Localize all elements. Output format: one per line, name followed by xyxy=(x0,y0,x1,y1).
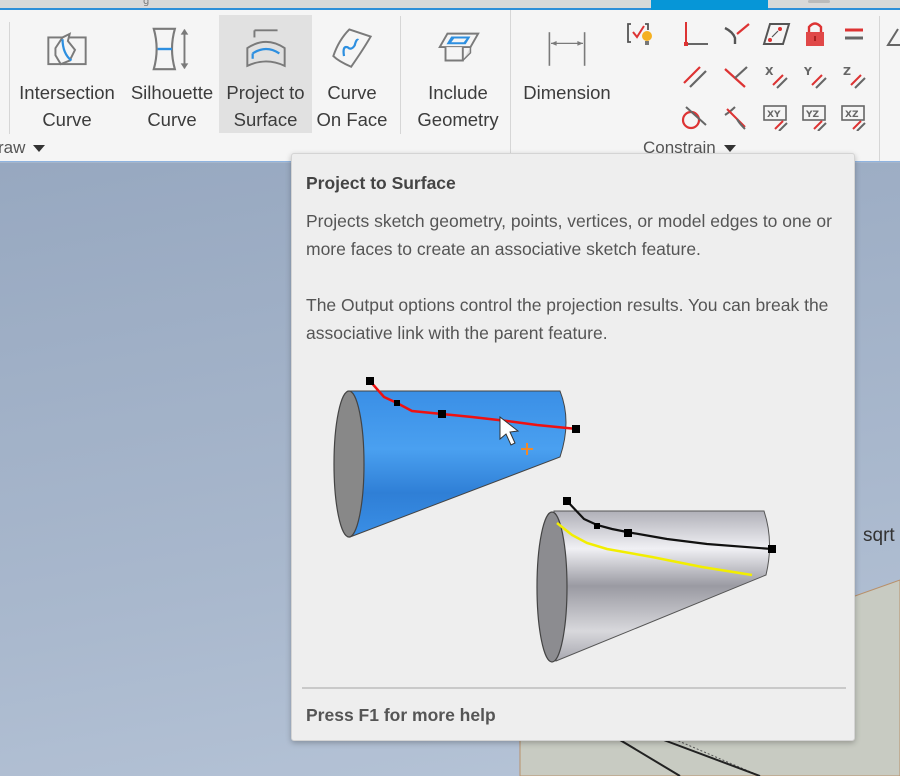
curve-point xyxy=(563,497,571,505)
curve-point xyxy=(438,410,446,418)
curve-point xyxy=(768,545,776,553)
tooltip-output-note: The Output options control the projectio… xyxy=(306,295,829,343)
tooltip-divider xyxy=(302,687,846,689)
tooltip-illustration xyxy=(333,377,776,663)
curve-point xyxy=(624,529,632,537)
tooltip-project-to-surface: Project to Surface Projects sketch geome… xyxy=(291,153,855,741)
tooltip-description: Projects sketch geometry, points, vertic… xyxy=(306,211,832,259)
blue-cone-before xyxy=(333,377,580,538)
curve-point xyxy=(572,425,580,433)
tooltip-help-hint: Press F1 for more help xyxy=(306,705,496,725)
viewport-annotation: sqrt xyxy=(863,525,895,546)
curve-point xyxy=(394,400,400,406)
curve-point xyxy=(366,377,374,385)
tooltip-title: Project to Surface xyxy=(306,173,456,193)
curve-point xyxy=(594,523,600,529)
grey-cone-after xyxy=(536,497,776,663)
